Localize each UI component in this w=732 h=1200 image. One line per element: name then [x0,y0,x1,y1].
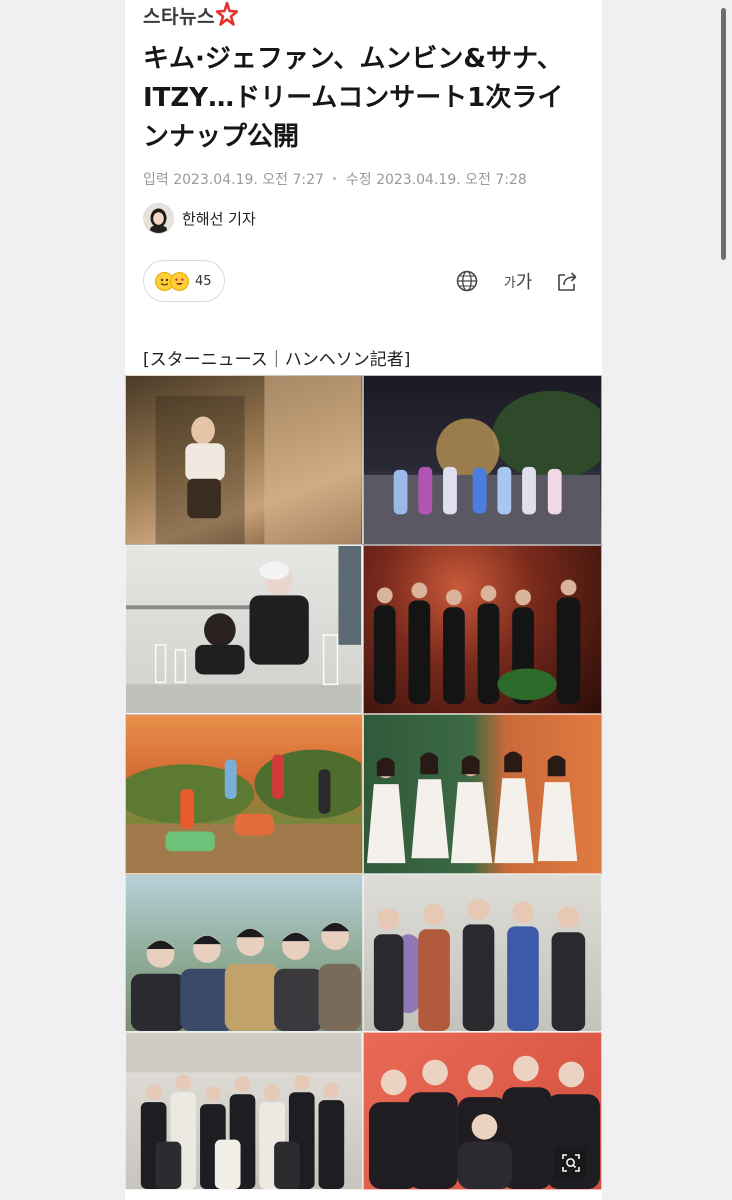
share-icon [558,272,577,291]
zoom-image-button[interactable] [555,1147,587,1179]
globe-icon [456,270,478,292]
photo-collage[interactable] [125,375,602,1190]
artist-photo-9 [125,1032,363,1190]
reporter-name: 한해선 기자 [182,210,256,228]
reporter-byline[interactable]: 한해선 기자 [143,203,256,234]
input-label: 입력 [143,172,169,188]
reporter-avatar [143,203,174,234]
artist-photo-4 [363,545,602,714]
share-button[interactable] [555,268,581,294]
brand-name: 스타뉴스 [143,5,215,28]
zoom-icon [562,1154,580,1172]
artist-photo-2 [363,375,602,545]
artist-photo-8 [363,874,602,1032]
scrollbar[interactable] [721,8,726,260]
artist-photo-3 [125,545,363,714]
article-container: 스타뉴스 キム·ジェファン、ムンビン&サナ、ITZY…ドリームコンサート1次ライ… [125,0,602,1200]
modified-label: 수정 [345,172,372,188]
artist-photo-7 [125,874,363,1032]
artist-photo-6 [363,714,602,874]
article-timestamps: 입력 2023.04.19. 오전 7:27 수정 2023.04.19. 오전… [143,169,527,189]
font-size-large-label: 가 [515,272,533,293]
artist-photo-1 [125,375,363,545]
reaction-count: 45 [195,273,212,289]
reaction-button[interactable]: 45 [143,260,225,302]
brand-star-icon [215,2,238,26]
artist-photo-10 [363,1032,602,1190]
photo-caption: [スターニュース｜ハンヘソン記者] [143,350,411,370]
article-title: キム·ジェファン、ムンビン&サナ、ITZY…ドリームコンサート1次ラインナップ公… [143,44,564,152]
heart-eyes-emoji-icon [170,271,189,291]
artist-photo-5 [125,714,363,874]
modified-time: 2023.04.19. 오전 7:28 [376,172,527,188]
font-size-small-label: 가 [503,275,516,291]
font-size-button[interactable]: 가가 [501,268,535,294]
translate-button[interactable] [454,268,480,294]
brand-logo[interactable]: 스타뉴스 [143,2,238,28]
separator-dot [333,177,337,180]
input-time: 2023.04.19. 오전 7:27 [173,172,324,188]
